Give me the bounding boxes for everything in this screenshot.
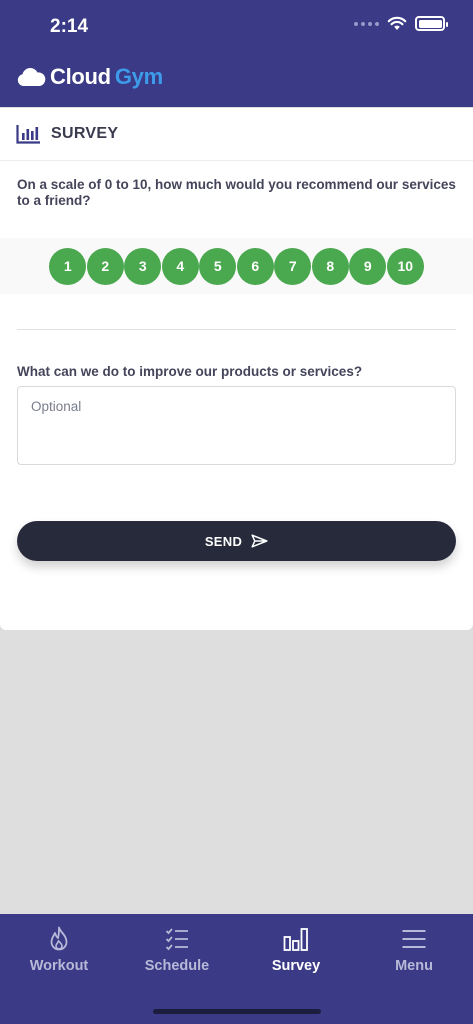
rating-button-8[interactable]: 8 <box>311 247 349 285</box>
app-header: 2:14 Cloud Gym <box>0 0 473 107</box>
send-button[interactable]: SEND <box>17 521 456 561</box>
brand-name-cloud: Cloud <box>50 64 111 89</box>
improve-feedback-input[interactable] <box>17 386 456 465</box>
tab-schedule[interactable]: Schedule <box>118 926 236 974</box>
rating-button-2[interactable]: 2 <box>86 247 124 285</box>
rating-button-7[interactable]: 7 <box>274 247 312 285</box>
checklist-icon <box>165 928 188 951</box>
tab-label: Survey <box>271 958 321 974</box>
rating-button-1[interactable]: 1 <box>49 247 87 285</box>
flame-icon <box>50 926 68 951</box>
home-indicator <box>153 1009 321 1014</box>
tab-survey[interactable]: Survey <box>237 926 355 974</box>
bar-chart-icon <box>16 125 40 144</box>
improve-question: What can we do to improve our products o… <box>17 364 363 379</box>
status-time: 2:14 <box>50 16 89 37</box>
send-arrow-icon <box>251 534 268 548</box>
tab-label: Schedule <box>144 958 210 974</box>
survey-title: SURVEY <box>51 125 119 142</box>
cloud-icon <box>17 67 46 86</box>
brand-name-gym: Gym <box>114 64 163 89</box>
survey-card: SURVEY On a scale of 0 to 10, how much w… <box>0 108 473 630</box>
tab-label: Menu <box>395 958 433 974</box>
rating-button-3[interactable]: 3 <box>124 247 162 285</box>
wifi-icon <box>387 16 407 30</box>
cellular-signal-icon <box>354 21 379 26</box>
survey-header: SURVEY <box>0 108 473 161</box>
tab-workout[interactable]: Workout <box>0 926 118 974</box>
rating-button-10[interactable]: 10 <box>386 247 424 285</box>
battery-icon <box>415 16 448 31</box>
divider <box>17 329 456 330</box>
bar-chart-icon <box>283 928 308 951</box>
rating-scale: 1 2 3 4 5 6 7 8 9 10 <box>0 238 473 294</box>
tab-label: Workout <box>29 958 89 974</box>
rating-button-9[interactable]: 9 <box>349 247 387 285</box>
bottom-tab-bar: Workout Schedule Survey Menu <box>0 914 473 1024</box>
rating-buttons: 1 2 3 4 5 6 7 8 9 10 <box>49 247 424 285</box>
brand-logo: Cloud Gym <box>16 64 163 90</box>
hamburger-menu-icon <box>402 930 426 948</box>
send-button-label: SEND <box>204 533 243 549</box>
rating-button-4[interactable]: 4 <box>161 247 199 285</box>
rating-button-6[interactable]: 6 <box>236 247 274 285</box>
rating-button-5[interactable]: 5 <box>199 247 237 285</box>
tab-menu[interactable]: Menu <box>355 926 473 974</box>
recommend-question: On a scale of 0 to 10, how much would yo… <box>17 177 456 208</box>
status-icons <box>354 16 448 31</box>
